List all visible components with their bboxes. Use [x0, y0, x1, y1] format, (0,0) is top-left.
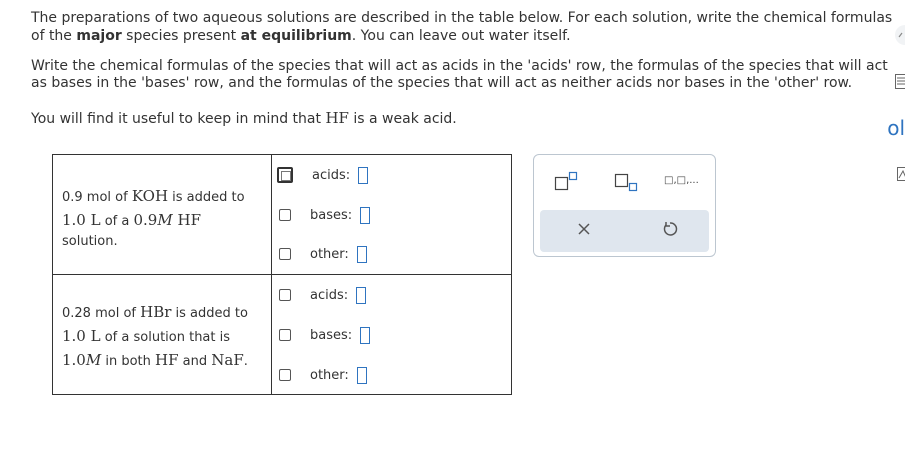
bold-major: major: [76, 28, 122, 44]
column-divider: [271, 155, 272, 394]
s2-bases-input[interactable]: [360, 326, 371, 344]
clear-button[interactable]: [576, 221, 592, 240]
solution-2-description: 0.28 mol of HBr is added to 1.0 L of a s…: [62, 303, 248, 369]
s1-bases-input[interactable]: [360, 206, 371, 224]
comma-list-icon: □,□,...: [664, 175, 699, 186]
instructions-line1: The preparations of two aqueous solution…: [31, 10, 893, 26]
s2-acids-checkbox[interactable]: [279, 289, 291, 301]
superscript-icon: [554, 171, 578, 191]
s1-bases-checkbox[interactable]: [279, 209, 291, 221]
s1-other-row: other:: [279, 244, 367, 264]
s1-bases-label: bases:: [310, 207, 353, 223]
s2-acids-input[interactable]: [356, 286, 367, 304]
subscript-icon: [614, 173, 638, 192]
s1-other-input[interactable]: [356, 245, 367, 263]
s2-other-input[interactable]: [356, 366, 367, 384]
comma-list-button[interactable]: □,□,...: [664, 175, 699, 186]
instructions-line3: Write the chemical formulas of the speci…: [31, 58, 888, 74]
s2-acids-row: acids:: [279, 285, 367, 305]
s2-bases-row: bases:: [279, 325, 371, 345]
s2-bases-label: bases:: [310, 327, 353, 343]
undo-icon: [663, 222, 678, 236]
hint-text: You will find it useful to keep in mind …: [31, 109, 457, 127]
reset-button[interactable]: [662, 221, 678, 240]
s1-acids-checkbox[interactable]: [277, 167, 293, 183]
bold-at-equilibrium: at equilibrium: [240, 28, 352, 44]
instructions-line4: as bases in the 'bases' row, and the for…: [31, 75, 853, 91]
edge-up-arrow-icon[interactable]: [895, 24, 905, 46]
s2-acids-label: acids:: [310, 287, 349, 303]
s2-other-label: other:: [310, 367, 349, 383]
data-icon[interactable]: ol: [887, 116, 905, 140]
chart-icon[interactable]: [895, 166, 905, 182]
superscript-button[interactable]: [554, 171, 580, 194]
s2-other-row: other:: [279, 365, 367, 385]
s1-acids-input[interactable]: [358, 166, 369, 184]
solution-1-description: 0.9 mol of KOH is added to 1.0 L of a 0.…: [62, 187, 245, 249]
close-icon: [578, 223, 590, 235]
subscript-button[interactable]: [614, 173, 640, 196]
s1-acids-row: acids:: [277, 165, 369, 185]
s1-other-label: other:: [310, 246, 349, 262]
s1-other-checkbox[interactable]: [279, 248, 291, 260]
row-divider: [53, 274, 511, 275]
s1-acids-label: acids:: [312, 167, 351, 183]
formula-palette: □,□,...: [533, 154, 716, 257]
calculator-icon[interactable]: [893, 72, 905, 90]
solutions-table: 0.9 mol of KOH is added to 1.0 L of a 0.…: [52, 154, 512, 395]
s2-bases-checkbox[interactable]: [279, 329, 291, 341]
s1-bases-row: bases:: [279, 205, 371, 225]
instructions-line2: of the major species present at equilibr…: [31, 28, 571, 44]
palette-action-bar: [540, 210, 709, 252]
s2-other-checkbox[interactable]: [279, 369, 291, 381]
